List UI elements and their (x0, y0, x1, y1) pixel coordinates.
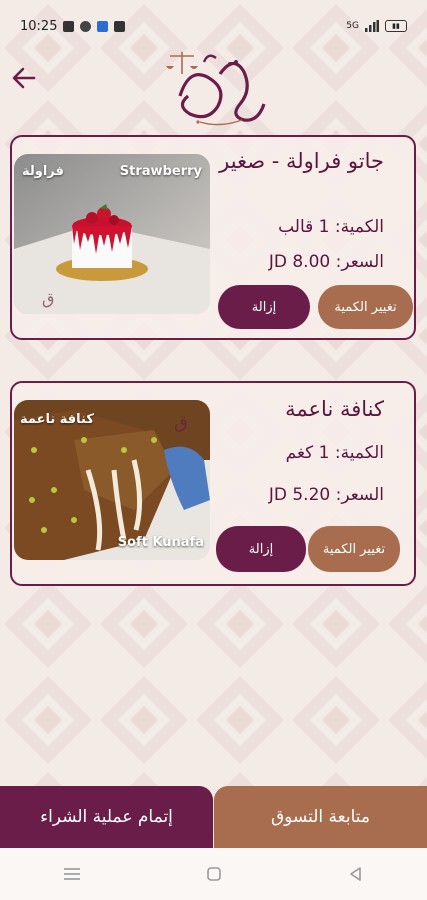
product-price: السعر: JD 8.00 (268, 252, 384, 272)
teams-icon (63, 20, 75, 32)
bottom-action-bar: إتمام عملية الشراء متابعة التسوق (0, 786, 427, 848)
change-quantity-button[interactable]: تغيير الكمية (318, 285, 413, 329)
product-price: السعر: JD 5.20 (268, 485, 384, 505)
menu-icon[interactable] (63, 867, 81, 881)
remove-button[interactable]: إزالة (218, 285, 310, 329)
cart-item-card: ق كنافة ناعمة Soft Kunafa كنافة ناعمة ال… (10, 381, 416, 586)
home-icon[interactable] (206, 866, 222, 882)
system-nav-bar (0, 848, 427, 900)
product-quantity: الكمية: 1 كغم (285, 443, 384, 463)
continue-shopping-button[interactable]: متابعة التسوق (214, 786, 427, 848)
product-image: ق كنافة ناعمة Soft Kunafa (14, 400, 210, 560)
cart-item-card: ق Strawberry فراولة جاتو فراولة - صغير ا… (10, 135, 416, 340)
status-time: 10:25 (20, 18, 58, 34)
whatsapp-icon (80, 20, 92, 32)
arrow-left-icon[interactable] (10, 64, 38, 92)
signal-icon (365, 20, 379, 32)
image-label-ar: كنافة ناعمة (20, 412, 94, 427)
back-triangle-icon[interactable] (348, 866, 364, 882)
checkout-button[interactable]: إتمام عملية الشراء (0, 786, 213, 848)
product-quantity: الكمية: 1 قالب (278, 217, 384, 237)
network-type: 5G (346, 21, 359, 31)
product-title: كنافة ناعمة (285, 397, 384, 421)
svg-text:ق: ق (174, 412, 188, 433)
brand-logo (166, 52, 266, 126)
change-quantity-button[interactable]: تغيير الكمية (308, 526, 400, 572)
image-label-en: Strawberry (119, 164, 202, 179)
linkedin-icon (114, 20, 126, 32)
cloud-icon (97, 20, 109, 32)
image-label-ar: فراولة (22, 164, 64, 179)
image-label-en: Soft Kunafa (117, 535, 204, 550)
remove-button[interactable]: إزالة (216, 526, 306, 572)
product-image: ق Strawberry فراولة (14, 154, 210, 314)
battery-icon: ▮▮ (385, 20, 407, 32)
app-header (0, 42, 427, 132)
svg-text:ق: ق (42, 289, 54, 308)
product-title: جاتو فراولة - صغير (219, 149, 384, 173)
